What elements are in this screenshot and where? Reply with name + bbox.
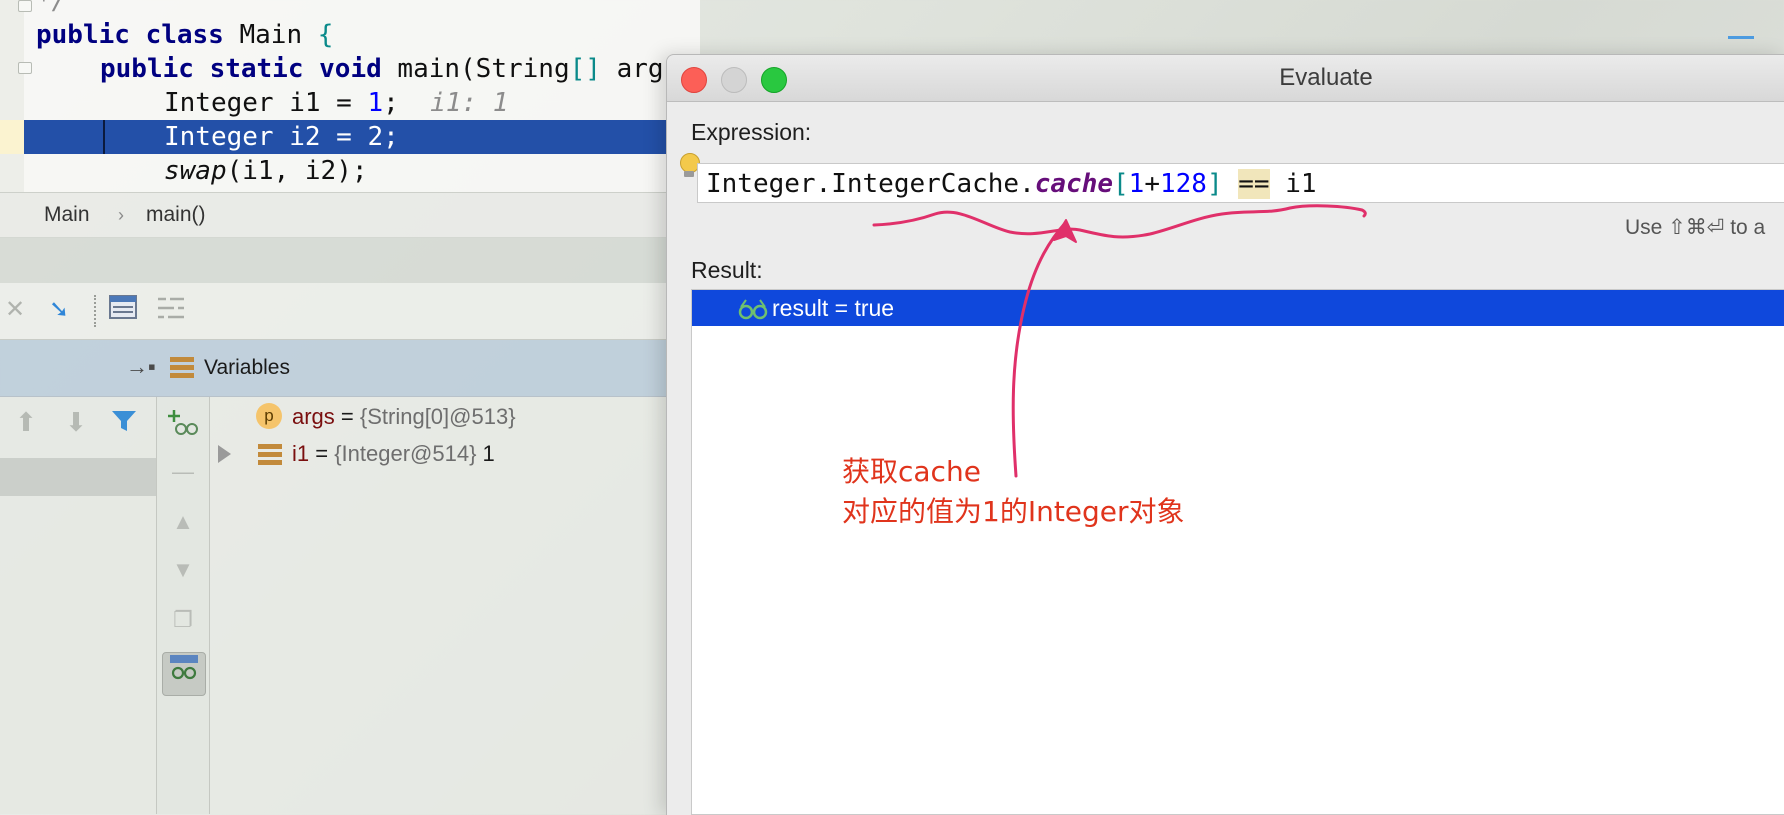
variable-value: {Integer@514}	[334, 441, 477, 466]
keyword: public static void	[100, 54, 382, 84]
copy-icon[interactable]: ❐	[167, 604, 199, 636]
code-editor[interactable]: */ public class Main { public static voi…	[0, 0, 704, 192]
window-edge-indicator	[1728, 36, 1754, 39]
breadcrumb: Main › main()	[0, 192, 700, 238]
variable-primitive-value: 1	[476, 441, 495, 466]
breadcrumb-item-main-method[interactable]: main()	[146, 193, 206, 237]
restore-layout-icon[interactable]: →▪	[126, 354, 156, 380]
variables-icon	[170, 357, 194, 379]
code-text: ;	[383, 88, 431, 118]
fold-marker-icon[interactable]	[18, 62, 32, 74]
trace-icon[interactable]	[156, 295, 186, 325]
variable-value: {String[0]@513}	[359, 404, 516, 429]
code-line-i1: Integer i1 = 1; i1: 1	[164, 86, 508, 120]
breakpoint-gutter-highlight	[0, 120, 24, 154]
variable-name: args	[292, 404, 335, 429]
variable-eq: =	[309, 441, 335, 466]
filter-icon[interactable]	[110, 408, 138, 436]
frames-selected-row[interactable]	[0, 458, 156, 496]
class-name: Main	[223, 20, 318, 50]
fold-marker-icon[interactable]	[18, 0, 32, 12]
show-watches-icon[interactable]	[162, 652, 206, 696]
expr-plus: +	[1144, 169, 1160, 199]
expr-field: cache	[1034, 169, 1114, 199]
result-label: Result:	[691, 257, 763, 283]
up-arrow-icon[interactable]: ⬆	[12, 408, 40, 436]
parameter-badge-icon: p	[256, 403, 282, 429]
remove-watch-icon[interactable]: —	[167, 456, 199, 488]
editor-gutter[interactable]	[0, 0, 24, 192]
toolbar-divider	[94, 295, 96, 327]
keyword: public class	[36, 20, 224, 50]
step-into-cursor-icon[interactable]: ➘	[44, 295, 74, 325]
current-line-indent-guide	[103, 120, 105, 154]
result-row-selected[interactable]: result = true	[692, 290, 1784, 326]
variables-panel-header: →▪ Variables	[0, 340, 700, 397]
code-line-class-decl: public class Main {	[36, 18, 333, 52]
array-brackets: []	[569, 54, 601, 84]
variables-title: Variables	[204, 356, 290, 379]
expr-prefix: Integer.IntegerCache.	[706, 169, 1035, 199]
expr-number: 128	[1159, 169, 1207, 199]
code-line-swap: swap(i1, i2);	[164, 154, 368, 188]
method-call: swap	[164, 156, 227, 186]
move-up-icon[interactable]: ▲	[167, 506, 199, 538]
expression-label: Expression:	[691, 119, 812, 145]
expand-arrow-icon[interactable]	[218, 445, 231, 463]
variable-row-args[interactable]: args = {String[0]@513}	[292, 399, 516, 435]
expr-number: 1	[1128, 169, 1145, 199]
evaluate-dialog: Evaluate Expression: Integer.IntegerCach…	[666, 54, 1784, 815]
move-down-icon[interactable]: ▼	[167, 554, 199, 586]
code-text: Integer i1 =	[164, 88, 368, 118]
number-literal: 1	[367, 88, 384, 118]
expr-space	[1223, 169, 1239, 199]
result-tree[interactable]: result = true	[691, 289, 1784, 815]
dialog-titlebar[interactable]: Evaluate	[667, 55, 1784, 102]
brace: {	[317, 20, 334, 50]
code-line-comment-end: */	[36, 0, 68, 16]
down-arrow-icon[interactable]: ⬇	[62, 408, 90, 436]
shortcut-hint: Use ⇧⌘⏎ to a	[1625, 216, 1766, 239]
evaluate-table-icon[interactable]	[108, 295, 138, 325]
variable-eq: =	[334, 404, 360, 429]
expr-close-bracket: ]	[1206, 169, 1223, 199]
breadcrumb-separator: ›	[118, 205, 124, 225]
result-value: result = true	[772, 295, 895, 321]
code-line-main-decl: public static void main(String[] arg	[100, 52, 664, 86]
expr-suffix: i1	[1269, 169, 1317, 199]
param-name: arg	[600, 54, 664, 84]
expr-operator: ==	[1238, 169, 1270, 199]
variable-name: i1	[292, 441, 310, 466]
expr-open-bracket: [	[1113, 169, 1129, 199]
lightbulb-icon[interactable]	[679, 153, 700, 177]
debug-toolbar: ✕ ➘	[0, 283, 700, 340]
method-signature: main(String	[381, 54, 570, 84]
frames-disabled-icon[interactable]: ✕	[0, 295, 30, 325]
dialog-title: Evaluate	[1279, 64, 1373, 91]
code-text: (i1, i2);	[226, 156, 368, 186]
code-line-i2-current: Integer i2 = 2;	[164, 122, 399, 152]
expression-input[interactable]: Integer.IntegerCache.cache[1+128] == i1	[697, 163, 1784, 203]
breadcrumb-item-main[interactable]: Main	[44, 193, 90, 237]
inline-value-hint: i1: 1	[430, 88, 509, 118]
annotation-text: 获取cache 对应的值为1的Integer对象	[842, 455, 1185, 528]
new-watch-icon[interactable]	[167, 408, 199, 440]
variable-row-i1[interactable]: i1 = {Integer@514} 1	[292, 436, 495, 472]
field-icon	[258, 444, 282, 466]
debug-tab-strip	[0, 237, 700, 283]
watch-glasses-icon	[738, 298, 768, 320]
